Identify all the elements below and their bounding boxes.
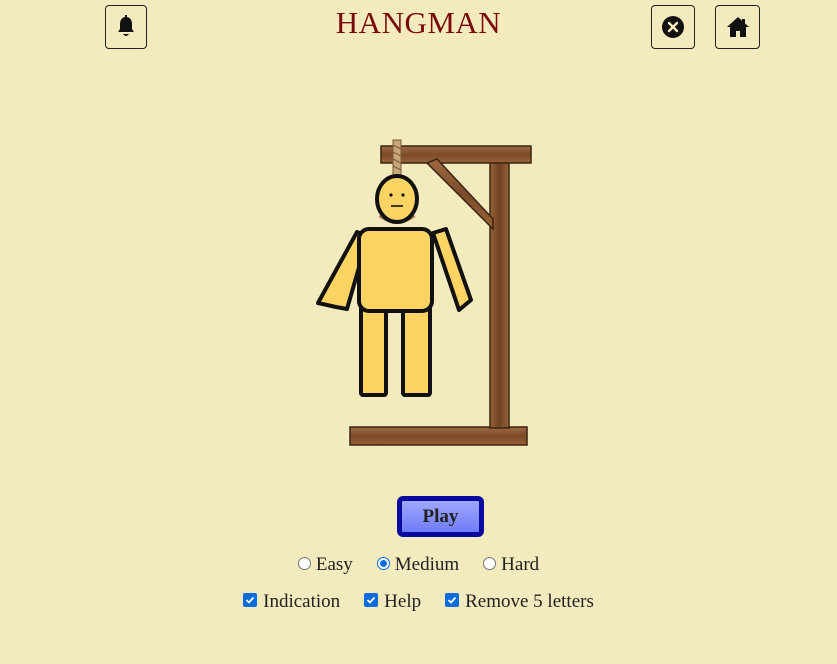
setting-remove-letters-label: Remove 5 letters — [465, 591, 594, 612]
difficulty-hard-label: Hard — [501, 554, 540, 575]
checkbox-help[interactable] — [364, 593, 379, 607]
difficulty-options: Easy Medium Hard — [0, 554, 837, 576]
close-circle-icon — [662, 16, 684, 38]
radio-easy[interactable] — [297, 556, 311, 570]
check-icon — [246, 596, 255, 604]
play-button[interactable]: Play — [397, 496, 484, 537]
checkbox-remove-letters[interactable] — [445, 593, 460, 607]
setting-indication[interactable]: Indication — [243, 591, 340, 613]
game-settings: Indication Help Remove 5 letters — [0, 591, 837, 613]
radio-hard[interactable] — [483, 556, 497, 570]
difficulty-easy[interactable]: Easy — [297, 554, 353, 576]
home-button[interactable] — [715, 5, 760, 49]
home-icon — [726, 17, 749, 37]
checkbox-indication[interactable] — [243, 593, 258, 607]
page-title: HANGMAN — [335, 5, 502, 40]
difficulty-hard[interactable]: Hard — [483, 554, 539, 576]
difficulty-easy-label: Easy — [315, 554, 353, 575]
setting-help-label: Help — [384, 591, 422, 612]
setting-remove-letters[interactable]: Remove 5 letters — [445, 591, 594, 613]
hangman-figure — [316, 174, 473, 397]
radio-medium[interactable] — [376, 556, 390, 570]
setting-indication-label: Indication — [263, 591, 341, 612]
hangman-drawing — [300, 135, 540, 455]
close-button[interactable] — [651, 5, 695, 49]
check-icon — [367, 596, 376, 604]
difficulty-medium-label: Medium — [394, 554, 460, 575]
difficulty-medium[interactable]: Medium — [376, 554, 460, 576]
setting-help[interactable]: Help — [364, 591, 421, 613]
check-icon — [447, 596, 457, 604]
